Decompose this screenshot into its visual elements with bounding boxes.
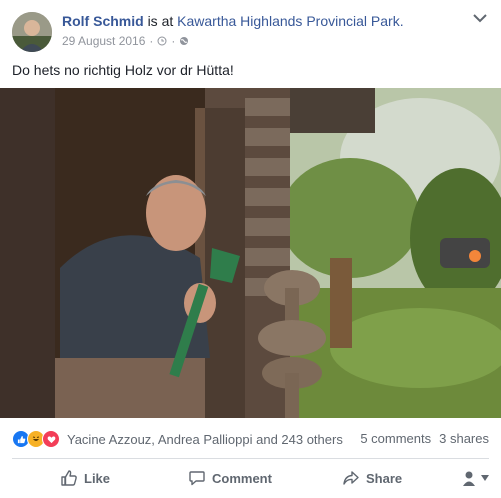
- post-date[interactable]: 29 August 2016: [62, 34, 145, 48]
- post-text: Do hets no richtig Holz vor dr Hütta!: [12, 62, 234, 78]
- place-link[interactable]: Kawartha Highlands Provincial Park.: [177, 13, 403, 29]
- divider: [12, 458, 489, 459]
- facebook-post: Rolf Schmid is at Kawartha Highlands Pro…: [0, 0, 501, 498]
- comment-label: Comment: [212, 470, 272, 486]
- share-button[interactable]: Share: [342, 469, 402, 487]
- reaction-names[interactable]: Yacine Azzouz, Andrea Pallioppi and 243 …: [67, 432, 343, 447]
- action-bar: Like Comment Share: [12, 460, 489, 496]
- comment-icon: [189, 471, 205, 486]
- like-button[interactable]: Like: [60, 469, 110, 487]
- reactions-summary: Yacine Azzouz, Andrea Pallioppi and 243 …: [12, 430, 343, 448]
- love-icon: [42, 430, 60, 448]
- meta-separator-2: ·: [171, 34, 176, 48]
- thumbs-up-icon: [61, 470, 77, 486]
- like-label: Like: [84, 470, 111, 486]
- reaction-icons[interactable]: [12, 430, 60, 448]
- avatar[interactable]: [12, 12, 52, 52]
- clock-icon: [157, 36, 167, 46]
- comment-button[interactable]: Comment: [188, 469, 272, 487]
- engagement-counts: 5 comments 3 shares: [360, 431, 489, 446]
- post-photo[interactable]: [0, 88, 501, 418]
- shares-count[interactable]: 3 shares: [439, 431, 489, 446]
- avatar-image: [12, 12, 52, 52]
- profile-avatar-icon: [463, 471, 475, 486]
- share-icon: [343, 471, 359, 485]
- caret-down-icon: [481, 475, 489, 481]
- author-line: Rolf Schmid is at Kawartha Highlands Pro…: [62, 13, 404, 29]
- reaction-as-selector[interactable]: [461, 469, 489, 487]
- globe-icon[interactable]: [179, 36, 189, 46]
- meta-separator: ·: [149, 34, 154, 48]
- comments-count[interactable]: 5 comments: [360, 431, 431, 446]
- post-meta: 29 August 2016 · ·: [62, 34, 189, 48]
- is-at-text: is at: [147, 13, 174, 29]
- share-label: Share: [366, 470, 403, 486]
- more-options-icon[interactable]: [469, 10, 491, 26]
- author-name-link[interactable]: Rolf Schmid: [62, 13, 144, 29]
